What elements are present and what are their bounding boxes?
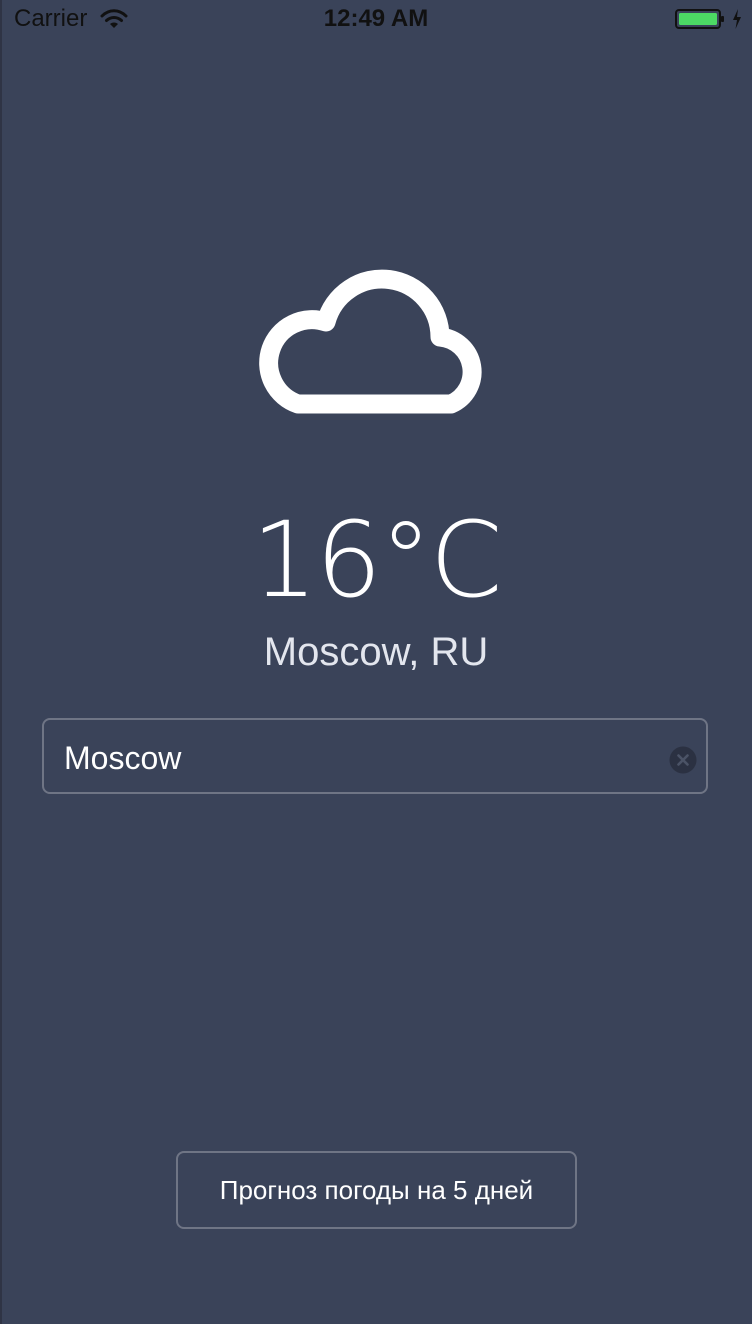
charging-bolt-icon <box>733 9 741 29</box>
city-search-field[interactable]: Moscow <box>42 718 708 794</box>
cloud-icon <box>259 269 482 414</box>
temperature-value: 16°C <box>251 499 503 621</box>
status-time: 12:49 AM <box>323 5 429 32</box>
city-search-value[interactable]: Moscow <box>64 738 181 778</box>
location-label: Moscow, RU <box>263 630 489 674</box>
battery-icon <box>675 9 724 29</box>
status-bar: Carrier 12:49 AM <box>0 0 752 40</box>
five-day-forecast-button[interactable]: Прогноз погоды на 5 дней <box>176 1151 577 1229</box>
clear-icon[interactable] <box>669 746 697 774</box>
